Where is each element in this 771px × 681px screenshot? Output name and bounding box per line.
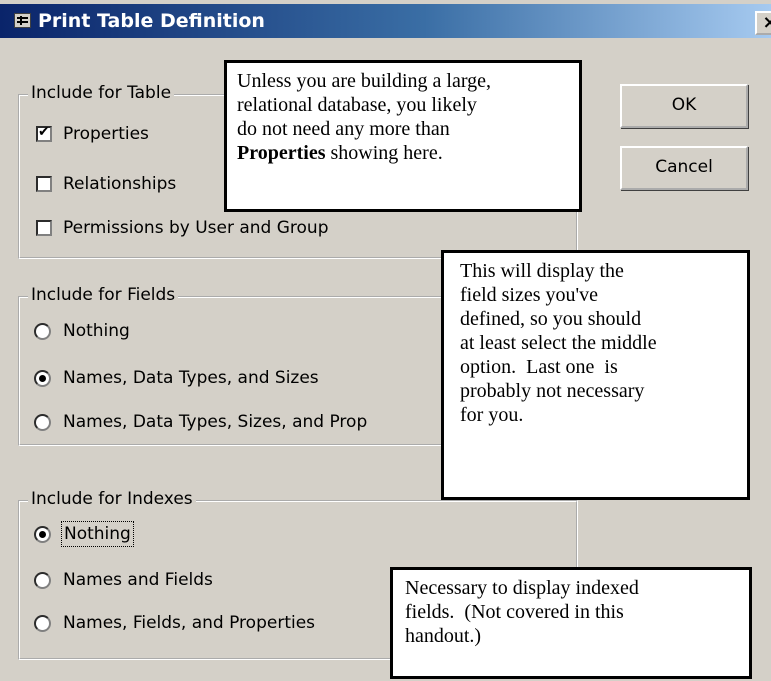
- properties-callout-line4: Properties showing here.: [237, 141, 569, 165]
- table-icon: [14, 13, 31, 28]
- close-icon: ×: [762, 12, 771, 33]
- fields-callout-line5: option. Last one is: [460, 356, 618, 378]
- fields-callout-line3: defined, so you should: [460, 308, 642, 330]
- indexes-nothing-radio[interactable]: [34, 526, 51, 543]
- indexes-names-fields-props-label[interactable]: Names, Fields, and Properties: [63, 613, 315, 633]
- fields-names-types-sizes-props-radio[interactable]: [34, 414, 51, 431]
- ok-button[interactable]: OK: [620, 84, 748, 128]
- properties-callout-line2: relational database, you likely: [237, 94, 477, 116]
- cancel-button[interactable]: Cancel: [620, 146, 748, 190]
- indexes-nothing-label[interactable]: Nothing: [61, 521, 134, 547]
- indexes-names-fields-radio[interactable]: [34, 572, 51, 589]
- permissions-checkbox[interactable]: [36, 220, 52, 236]
- properties-callout-bold: Properties: [237, 142, 326, 164]
- fields-callout-line7: for you.: [460, 404, 524, 426]
- permissions-label[interactable]: Permissions by User and Group: [63, 218, 329, 238]
- indexes-callout-line2: fields. (Not covered in this: [405, 601, 624, 623]
- properties-callout-line1: Unless you are building a large,: [237, 70, 492, 92]
- fields-names-types-sizes-props-label[interactable]: Names, Data Types, Sizes, and Prop: [63, 412, 367, 432]
- indexes-names-fields-label[interactable]: Names and Fields: [63, 570, 213, 590]
- fields-callout-line2: field sizes you've: [460, 284, 599, 306]
- fields-callout: This will display the field sizes you've…: [441, 250, 750, 500]
- close-button[interactable]: ×: [755, 11, 771, 35]
- indexes-group-legend: Include for Indexes: [28, 489, 196, 509]
- fields-callout-line4: at least select the middle: [460, 332, 657, 354]
- relationships-label[interactable]: Relationships: [63, 174, 176, 194]
- indexes-callout: Necessary to display indexed fields. (No…: [390, 567, 752, 679]
- fields-nothing-radio[interactable]: [34, 323, 51, 340]
- properties-callout-line3: do not need any more than: [237, 118, 450, 140]
- fields-nothing-label[interactable]: Nothing: [63, 321, 130, 341]
- table-group-legend: Include for Table: [28, 83, 175, 103]
- indexes-callout-line3: handout.): [405, 625, 482, 647]
- properties-label[interactable]: Properties: [63, 124, 149, 144]
- fields-group-legend: Include for Fields: [28, 285, 179, 305]
- properties-checkbox[interactable]: [36, 124, 52, 142]
- properties-callout: Unless you are building a large, relatio…: [224, 60, 582, 212]
- relationships-checkbox[interactable]: [36, 176, 52, 192]
- fields-callout-line6: probably not necessary: [460, 380, 645, 402]
- title-bar[interactable]: Print Table Definition ×: [0, 4, 771, 38]
- indexes-callout-line1: Necessary to display indexed: [405, 577, 639, 599]
- print-table-definition-dialog: Print Table Definition × Include for Tab…: [0, 0, 771, 681]
- properties-callout-rest: showing here.: [325, 142, 443, 164]
- window-title: Print Table Definition: [38, 10, 265, 32]
- fields-names-types-sizes-label[interactable]: Names, Data Types, and Sizes: [63, 368, 319, 388]
- fields-callout-line1: This will display the: [460, 260, 624, 282]
- indexes-names-fields-props-radio[interactable]: [34, 615, 51, 632]
- fields-names-types-sizes-radio[interactable]: [34, 370, 51, 387]
